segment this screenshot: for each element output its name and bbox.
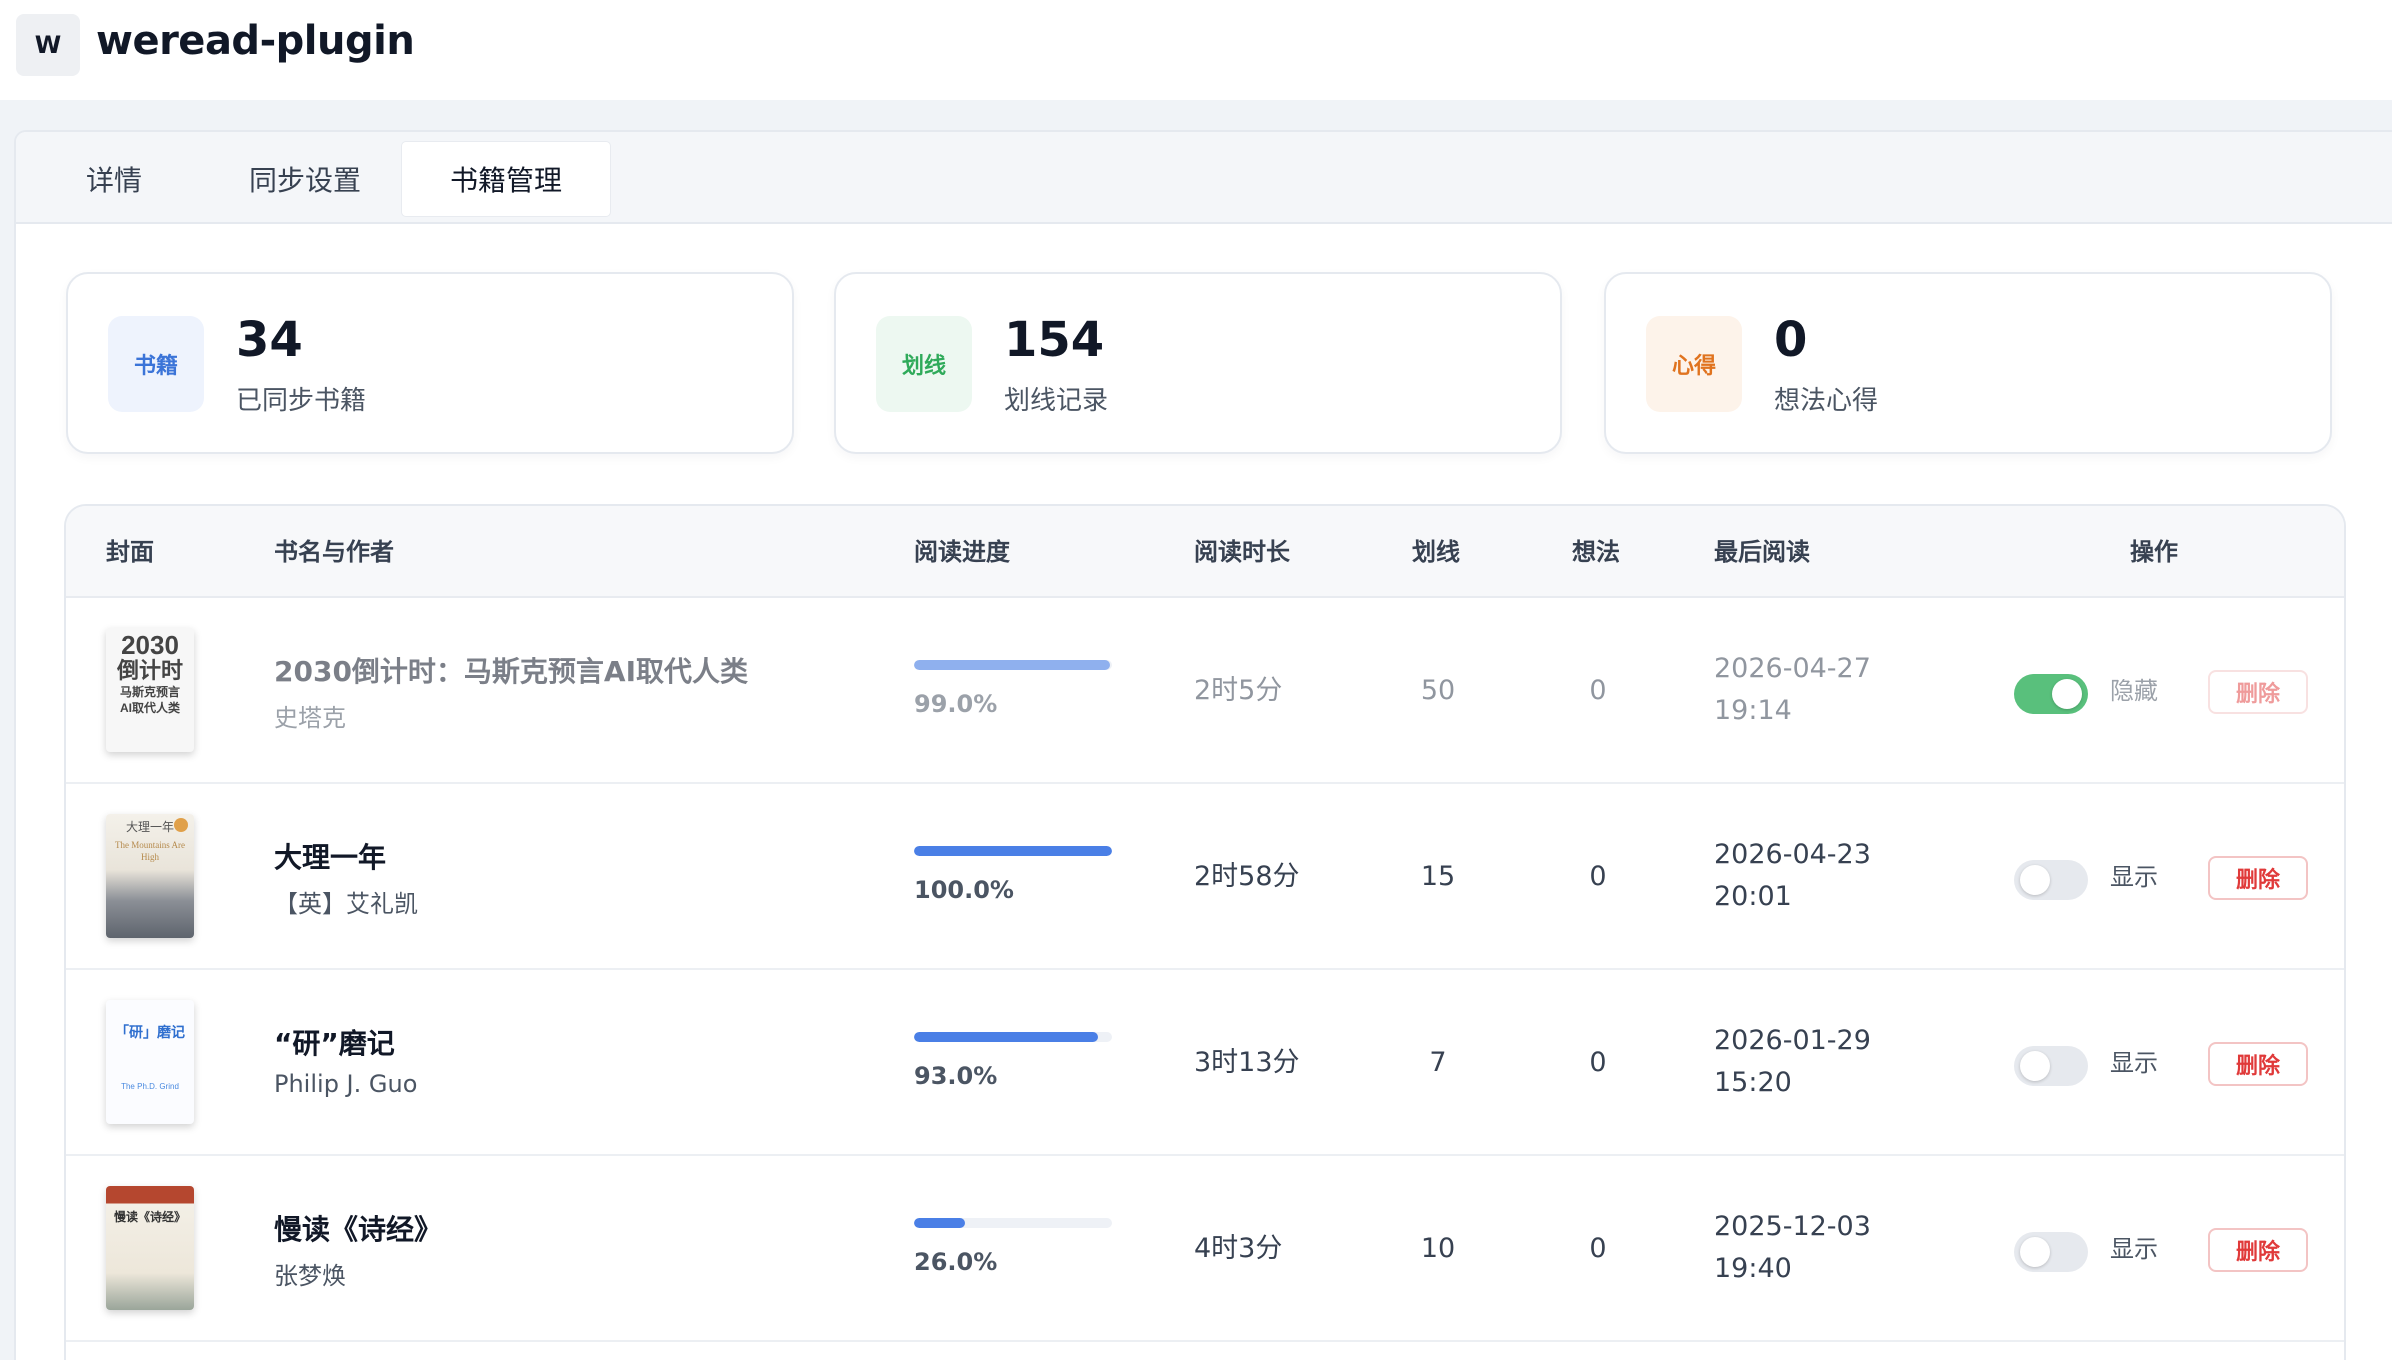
visibility-toggle[interactable]	[2014, 674, 2088, 714]
reading-progress-bar	[914, 1218, 1112, 1228]
book-author: Philip J. Guo	[274, 1070, 418, 1098]
tab-book-management[interactable]: 书籍管理	[402, 142, 610, 216]
reading-duration: 2时5分	[1194, 675, 1283, 706]
tab-details[interactable]: 详情	[44, 142, 184, 216]
visibility-toggle[interactable]	[2014, 1046, 2088, 1086]
progress-fill	[914, 1218, 966, 1228]
book-cover-image: 大理一年 The Mountains Are High	[106, 814, 194, 938]
visibility-toggle[interactable]	[2014, 1232, 2088, 1272]
toggle-knob	[2052, 679, 2082, 709]
stat-value: 34	[236, 312, 303, 368]
book-title[interactable]: “研”磨记	[274, 1022, 395, 1062]
book-title[interactable]: 慢读《诗经》	[274, 1208, 442, 1248]
note-count: 0	[1589, 675, 1607, 706]
main-panel: 详情 同步设置 书籍管理 书籍 34 已同步书籍 划线 154 划线记录 心得 …	[14, 130, 2392, 1360]
book-cover-image: 慢读《诗经》	[106, 1186, 194, 1310]
visibility-label: 显示	[2110, 1049, 2158, 1077]
delete-button[interactable]: 删除	[2208, 1042, 2308, 1086]
books-table: 封面 书名与作者 阅读进度 阅读时长 划线 想法 最后阅读 操作 2030 倒计时…	[64, 504, 2346, 1360]
reading-progress-bar	[914, 846, 1112, 856]
col-duration: 阅读时长	[1194, 538, 1290, 566]
note-count: 0	[1589, 1047, 1607, 1078]
book-author: 张梦焕	[274, 1262, 346, 1290]
table-row: 2030 倒计时 马斯克预言 AI取代人类 2030倒计时：马斯克预言AI取代人类 史…	[66, 598, 2344, 784]
visibility-toggle[interactable]	[2014, 860, 2088, 900]
reading-progress-bar	[914, 660, 1112, 670]
stat-label: 划线记录	[1004, 386, 1109, 416]
last-read-time: 2025-12-03 19:40	[1714, 1211, 1871, 1284]
book-cover-image: 2030 倒计时 马斯克预言 AI取代人类	[106, 628, 194, 752]
books-icon: 书籍	[108, 316, 204, 412]
stat-value: 0	[1774, 312, 1808, 368]
col-title-author: 书名与作者	[274, 538, 394, 566]
stat-card-highlights: 划线 154 划线记录	[834, 272, 1562, 454]
highlights-icon: 划线	[876, 316, 972, 412]
book-title[interactable]: 2030倒计时：马斯克预言AI取代人类	[274, 650, 748, 690]
stat-value: 154	[1004, 312, 1105, 368]
progress-fill	[914, 660, 1111, 670]
col-progress: 阅读进度	[914, 538, 1010, 566]
book-cover-image: 「研」磨记 The Ph.D. Grind	[106, 1000, 194, 1124]
highlight-count: 7	[1429, 1047, 1447, 1078]
last-read-time: 2026-04-27 19:14	[1714, 653, 1871, 726]
stat-card-notes: 心得 0 想法心得	[1604, 272, 2332, 454]
highlight-count: 15	[1420, 861, 1456, 892]
book-author: 史塔克	[274, 704, 346, 732]
col-cover: 封面	[106, 538, 154, 566]
visibility-label: 显示	[2110, 863, 2158, 891]
progress-percent: 93.0%	[914, 1062, 998, 1090]
reading-duration: 4时3分	[1194, 1233, 1283, 1264]
book-author: 【英】艾礼凯	[274, 890, 418, 918]
tab-sync-settings[interactable]: 同步设置	[216, 142, 394, 216]
stat-label: 想法心得	[1774, 386, 1879, 416]
progress-fill	[914, 1032, 1099, 1042]
progress-percent: 26.0%	[914, 1248, 998, 1276]
stat-label: 已同步书籍	[236, 386, 367, 416]
toggle-knob	[2020, 1237, 2050, 1267]
table-row: 大理一年 The Mountains Are High 大理一年 【英】艾礼凯 1…	[66, 784, 2344, 970]
highlight-count: 50	[1420, 675, 1456, 706]
delete-button[interactable]: 删除	[2208, 670, 2308, 714]
notes-icon: 心得	[1646, 316, 1742, 412]
reading-progress-bar	[914, 1032, 1112, 1042]
toggle-knob	[2020, 1051, 2050, 1081]
visibility-label: 显示	[2110, 1235, 2158, 1263]
reading-duration: 3时13分	[1194, 1047, 1300, 1078]
stat-card-books: 书籍 34 已同步书籍	[66, 272, 794, 454]
col-actions: 操作	[2130, 538, 2178, 566]
table-row: 慢读《诗经》 慢读《诗经》 张梦焕 26.0% 4时3分 10 0 2025-1…	[66, 1156, 2344, 1342]
note-count: 0	[1589, 1233, 1607, 1264]
book-title[interactable]: 大理一年	[274, 836, 386, 876]
toggle-knob	[2020, 865, 2050, 895]
table-row: 「研」磨记 The Ph.D. Grind “研”磨记 Philip J. Guo…	[66, 970, 2344, 1156]
app-title: weread-plugin	[96, 18, 415, 64]
table-header: 封面 书名与作者 阅读进度 阅读时长 划线 想法 最后阅读 操作	[66, 506, 2344, 598]
visibility-label: 隐藏	[2110, 677, 2158, 705]
delete-button[interactable]: 删除	[2208, 856, 2308, 900]
last-read-time: 2026-01-29 15:20	[1714, 1025, 1871, 1098]
progress-fill	[914, 846, 1112, 856]
col-highlights: 划线	[1412, 538, 1460, 566]
progress-percent: 100.0%	[914, 876, 1014, 904]
note-count: 0	[1589, 861, 1607, 892]
last-read-time: 2026-04-23 20:01	[1714, 839, 1871, 912]
app-header: W weread-plugin	[0, 0, 2392, 100]
reading-duration: 2时58分	[1194, 861, 1300, 892]
col-notes: 想法	[1572, 538, 1620, 566]
app-logo-icon: W	[16, 14, 80, 76]
col-last-read: 最后阅读	[1714, 538, 1810, 566]
delete-button[interactable]: 删除	[2208, 1228, 2308, 1272]
progress-percent: 99.0%	[914, 690, 998, 718]
tab-bar: 详情 同步设置 书籍管理	[16, 132, 2392, 224]
highlight-count: 10	[1420, 1233, 1456, 1264]
